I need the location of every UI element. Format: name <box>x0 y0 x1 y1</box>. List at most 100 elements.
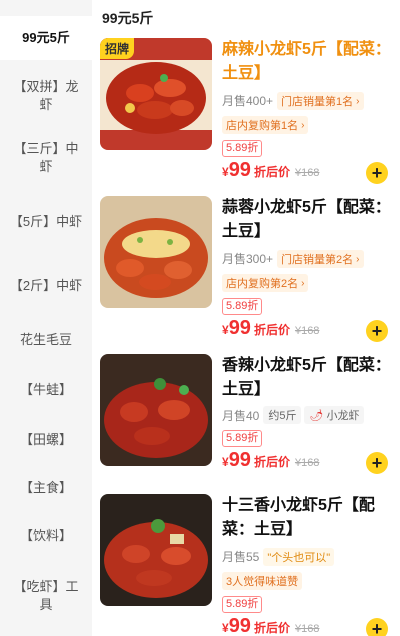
product-name[interactable]: 香辣小龙虾5斤【配菜：土豆】 <box>222 354 392 402</box>
original-price: ¥168 <box>294 325 320 337</box>
spice-tag-label: 小龙虾 <box>326 410 360 422</box>
praise-tag: 3人觉得味道赞 <box>222 572 303 590</box>
product-image[interactable] <box>100 354 212 466</box>
chevron-right-icon: › <box>356 95 360 107</box>
sidebar-item-5jin[interactable]: 【5斤】中虾 <box>0 196 92 248</box>
product-info: 香辣小龙虾5斤【配菜：土豆】 月售40 约5斤 🌶 小龙虾 5.89折 ¥ 99 … <box>222 354 392 474</box>
meta-row: 月售400+ 门店销量第1名 › <box>222 90 392 110</box>
sidebar-item-3jin[interactable]: 【三斤】中虾 <box>0 132 92 184</box>
add-to-cart-button[interactable]: + <box>366 320 388 342</box>
sidebar-item-label: 花生毛豆 <box>19 332 72 347</box>
sidebar-item-label: 【牛蛙】 <box>19 382 72 397</box>
meta-row: 3人觉得味道赞 <box>222 570 392 590</box>
monthly-sales: 月售55 <box>222 549 260 564</box>
meta-row: 月售300+ 门店销量第2名 › <box>222 248 392 268</box>
original-price: ¥168 <box>294 623 320 635</box>
sidebar-item-label: 99元5斤 <box>22 30 70 45</box>
currency-symbol: ¥ <box>222 621 229 635</box>
product-image[interactable] <box>100 196 212 308</box>
price-row: ¥ 99 折后价 ¥168 + <box>222 449 392 474</box>
chevron-right-icon: › <box>301 277 305 289</box>
price-row: ¥ 99 折后价 ¥168 + <box>222 317 392 342</box>
currency-symbol: ¥ <box>222 165 229 179</box>
chevron-right-icon: › <box>301 119 305 131</box>
discount-badge: 5.89折 <box>222 298 263 315</box>
monthly-sales: 月售40 <box>222 408 260 423</box>
chevron-right-icon: › <box>356 253 360 265</box>
sidebar-item-peanut[interactable]: 花生毛豆 <box>0 322 92 358</box>
discount-badge: 5.89折 <box>222 430 263 447</box>
price-note: 折后价 <box>253 455 290 469</box>
product-list: 99元5斤 招牌 麻辣小龙虾5斤【配菜：土豆】 月售400+ 门店销量第1名› <box>92 0 400 636</box>
review-quote: "个头也可以" <box>263 548 335 566</box>
product-name[interactable]: 十三香小龙虾5斤【配菜：土豆】 <box>222 494 392 542</box>
meta-row: 月售40 约5斤 🌶 小龙虾 <box>222 406 392 424</box>
sidebar-item-label: 【吃虾】工具 <box>13 579 79 612</box>
product-image[interactable] <box>100 494 212 606</box>
product-card[interactable]: 招牌 麻辣小龙虾5斤【配菜：土豆】 月售400+ 门店销量第1名 › 店内复购第1… <box>92 38 400 188</box>
original-price: ¥168 <box>294 457 320 469</box>
rank-tag-label: 店内复购第1名 <box>226 120 299 132</box>
product-name[interactable]: 麻辣小龙虾5斤【配菜：土豆】 <box>222 38 392 86</box>
sidebar-item-label: 【5斤】中虾 <box>9 214 83 229</box>
sidebar-item-label: 【三斤】中虾 <box>13 141 79 174</box>
product-card[interactable]: 香辣小龙虾5斤【配菜：土豆】 月售40 约5斤 🌶 小龙虾 5.89折 ¥ 99 … <box>92 354 400 504</box>
product-name[interactable]: 蒜蓉小龙虾5斤【配菜：土豆】 <box>222 196 392 244</box>
sidebar-item-label: 【主食】 <box>19 480 72 495</box>
price-row: ¥ 99 折后价 ¥168 + <box>222 615 392 636</box>
meta-row: 月售55 "个头也可以" <box>222 546 392 566</box>
spice-tag: 🌶 小龙虾 <box>304 406 365 424</box>
sidebar-item-label: 【2斤】中虾 <box>9 278 83 293</box>
plus-icon: + <box>371 453 383 473</box>
product-image[interactable]: 招牌 <box>100 38 212 150</box>
rank-tag-label: 门店销量第2名 <box>281 254 354 266</box>
sidebar-item-label: 【饮料】 <box>19 528 72 543</box>
product-card[interactable]: 十三香小龙虾5斤【配菜：土豆】 月售55 "个头也可以" 3人觉得味道赞 5.8… <box>92 494 400 636</box>
sidebar-item-drinks[interactable]: 【饮料】 <box>0 518 92 554</box>
section-title: 99元5斤 <box>102 10 154 26</box>
chili-icon: 🌶 <box>309 409 324 422</box>
discount-badge: 5.89折 <box>222 140 263 157</box>
weight-tag: 约5斤 <box>263 406 302 424</box>
signature-badge: 招牌 <box>100 38 135 59</box>
add-to-cart-button[interactable]: + <box>366 452 388 474</box>
price: 99 <box>228 159 251 181</box>
sidebar-item-snail[interactable]: 【田螺】 <box>0 422 92 458</box>
product-info: 蒜蓉小龙虾5斤【配菜：土豆】 月售300+ 门店销量第2名 › 店内复购第2名 › … <box>222 196 392 342</box>
monthly-sales: 月售300+ <box>222 251 274 266</box>
meta-row: 店内复购第1名 › <box>222 114 392 134</box>
monthly-sales: 月售400+ <box>222 93 274 108</box>
sidebar-item-bullfrog[interactable]: 【牛蛙】 <box>0 372 92 408</box>
sidebar-item-2jin[interactable]: 【2斤】中虾 <box>0 260 92 312</box>
product-info: 十三香小龙虾5斤【配菜：土豆】 月售55 "个头也可以" 3人觉得味道赞 5.8… <box>222 494 392 636</box>
sidebar-item-label: 【双拼】龙虾 <box>13 79 79 112</box>
plus-icon: + <box>371 321 383 341</box>
rank-tag-label: 门店销量第1名 <box>281 96 354 108</box>
rank-tag[interactable]: 店内复购第2名 › <box>222 274 309 292</box>
add-to-cart-button[interactable]: + <box>366 162 388 184</box>
sidebar-item-label: 【田螺】 <box>19 432 72 447</box>
price: 99 <box>228 317 251 339</box>
sidebar-item-double[interactable]: 【双拼】龙虾 <box>0 70 92 122</box>
plus-icon: + <box>371 619 383 636</box>
currency-symbol: ¥ <box>222 455 229 469</box>
price-note: 折后价 <box>253 621 290 635</box>
add-to-cart-button[interactable]: + <box>366 618 388 636</box>
rank-tag[interactable]: 门店销量第2名 › <box>277 250 364 268</box>
product-card[interactable]: 蒜蓉小龙虾5斤【配菜：土豆】 月售300+ 门店销量第2名 › 店内复购第2名 › … <box>92 196 400 346</box>
meta-row: 店内复购第2名 › <box>222 272 392 292</box>
price: 99 <box>228 615 251 636</box>
price-note: 折后价 <box>253 165 290 179</box>
plus-icon: + <box>371 163 383 183</box>
original-price: ¥168 <box>294 167 320 179</box>
product-info: 麻辣小龙虾5斤【配菜：土豆】 月售400+ 门店销量第1名 › 店内复购第1名 › … <box>222 38 392 184</box>
rank-tag[interactable]: 店内复购第1名 › <box>222 116 309 134</box>
sidebar-item-99-5jin[interactable]: 99元5斤 <box>0 16 92 60</box>
category-sidebar: 99元5斤 【双拼】龙虾 【三斤】中虾 【5斤】中虾 【2斤】中虾 花生毛豆 【… <box>0 0 92 636</box>
sidebar-item-staple[interactable]: 【主食】 <box>0 470 92 506</box>
price-note: 折后价 <box>253 323 290 337</box>
sidebar-item-tools[interactable]: 【吃虾】工具 <box>0 570 92 622</box>
discount-badge: 5.89折 <box>222 596 263 613</box>
rank-tag[interactable]: 门店销量第1名 › <box>277 92 364 110</box>
rank-tag-label: 店内复购第2名 <box>226 278 299 290</box>
